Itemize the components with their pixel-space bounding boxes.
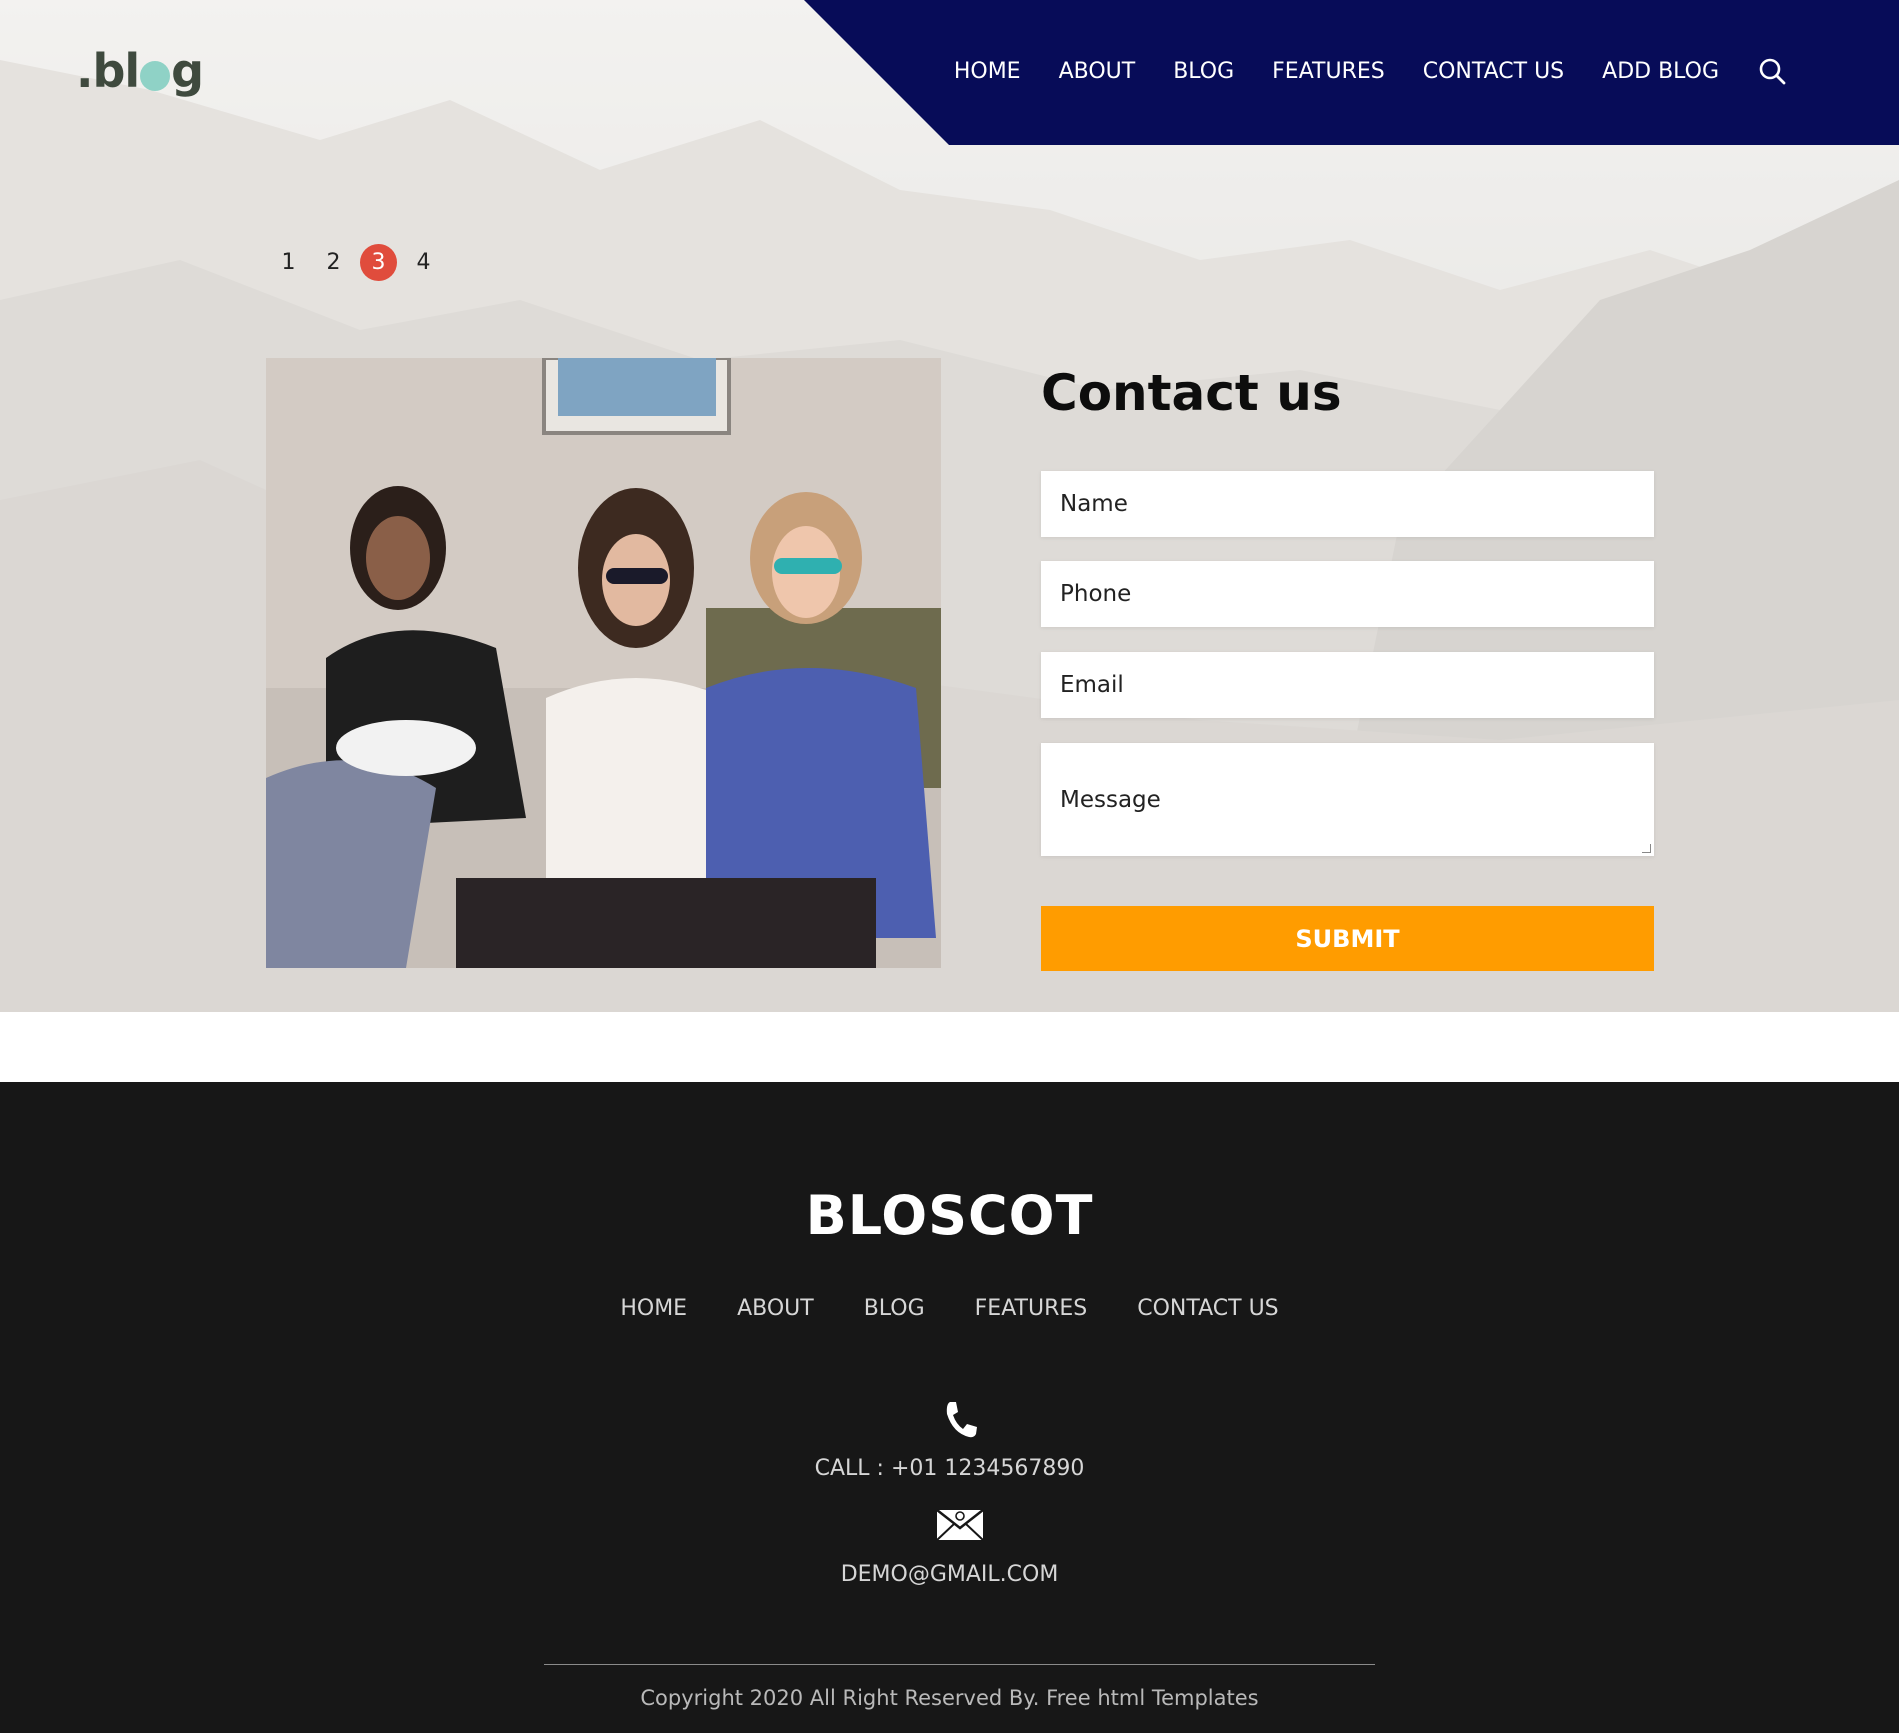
main-nav: HOME ABOUT BLOG FEATURES CONTACT US ADD … [916, 56, 1787, 86]
nav-about[interactable]: ABOUT [1059, 59, 1136, 84]
logo-text-end: g [171, 44, 204, 98]
nav-contact-us[interactable]: CONTACT US [1423, 59, 1564, 84]
nav-home[interactable]: HOME [954, 59, 1021, 84]
site-logo[interactable]: .bl g [76, 44, 204, 98]
nav-add-blog[interactable]: ADD BLOG [1602, 59, 1719, 84]
nav-blog[interactable]: BLOG [1173, 59, 1234, 84]
footer-nav: HOME ABOUT BLOG FEATURES CONTACT US [0, 1296, 1899, 1321]
mail-icon [935, 1506, 985, 1544]
phone-icon [936, 1396, 984, 1444]
page-3-active[interactable]: 3 [360, 244, 397, 281]
footer-nav-features[interactable]: FEATURES [975, 1296, 1088, 1321]
page-2[interactable]: 2 [315, 244, 352, 281]
site-footer: BLOSCOT HOME ABOUT BLOG FEATURES CONTACT… [0, 1082, 1899, 1733]
footer-nav-contact-us[interactable]: CONTACT US [1137, 1296, 1278, 1321]
email-input[interactable]: Email [1041, 652, 1654, 718]
search-icon[interactable] [1757, 56, 1787, 86]
page-4[interactable]: 4 [405, 244, 442, 281]
logo-dot [140, 61, 171, 91]
contact-title: Contact us [1041, 364, 1342, 422]
submit-button[interactable]: SUBMIT [1041, 906, 1654, 971]
footer-nav-about[interactable]: ABOUT [737, 1296, 814, 1321]
footer-nav-home[interactable]: HOME [620, 1296, 687, 1321]
name-input[interactable]: Name [1041, 471, 1654, 537]
footer-nav-blog[interactable]: BLOG [864, 1296, 925, 1321]
footer-copyright: Copyright 2020 All Right Reserved By. Fr… [640, 1686, 1259, 1710]
footer-divider [544, 1664, 1375, 1665]
message-textarea[interactable]: Message [1041, 743, 1654, 856]
pagination: 1 2 3 4 [270, 244, 442, 281]
message-placeholder: Message [1060, 786, 1161, 813]
nav-features[interactable]: FEATURES [1272, 59, 1385, 84]
logo-text-start: .bl [76, 44, 140, 98]
resize-handle-icon[interactable] [1642, 844, 1651, 853]
contact-photo [266, 358, 941, 968]
footer-brand: BLOSCOT [805, 1184, 1094, 1247]
page-1[interactable]: 1 [270, 244, 307, 281]
footer-email[interactable]: DEMO@GMAIL.COM [0, 1562, 1899, 1587]
footer-call: CALL : +01 1234567890 [814, 1456, 1085, 1481]
phone-input[interactable]: Phone [1041, 561, 1654, 627]
